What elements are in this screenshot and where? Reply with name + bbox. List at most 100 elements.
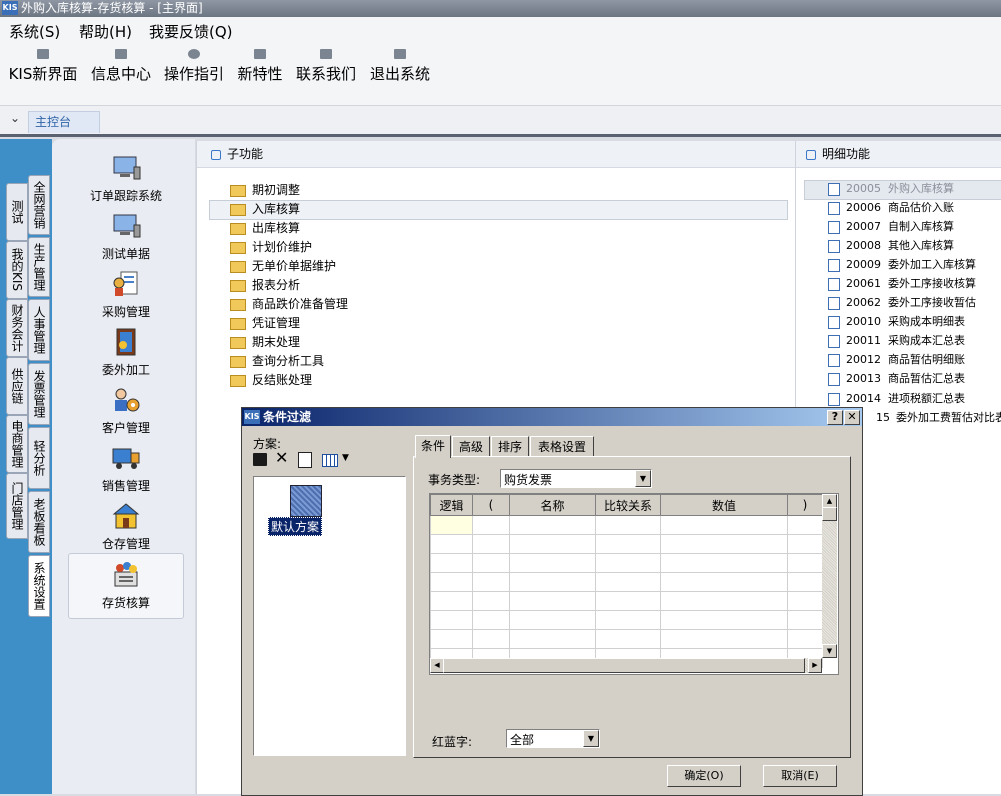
table-icon[interactable] <box>322 454 338 467</box>
scroll-up-icon[interactable]: ▲ <box>822 494 837 508</box>
chevron-down-icon[interactable]: ▼ <box>635 470 651 487</box>
col-logic: 逻辑 <box>430 494 473 516</box>
subfunc-item[interactable]: 商品跌价准备管理 <box>230 295 348 313</box>
detail-item[interactable]: 20005 外购入库核算 <box>828 180 954 198</box>
guide-button[interactable]: 操作指引 <box>161 49 227 84</box>
detail-item[interactable]: 20008 其他入库核算 <box>828 237 954 255</box>
side-tab-light-analysis[interactable]: 轻分析 <box>28 427 50 489</box>
nav-customer[interactable]: 客户管理 <box>68 385 184 436</box>
side-tab-ecommerce[interactable]: 电商管理 <box>6 415 28 473</box>
subfunc-item[interactable]: 出库核算 <box>230 219 300 237</box>
redblue-select[interactable]: 全部 ▼ <box>506 729 600 748</box>
warehouse-icon <box>112 503 140 529</box>
chevron-down-icon[interactable]: ▼ <box>342 453 349 463</box>
nav-inventory-costing[interactable]: 存货核算 <box>68 553 184 619</box>
copy-icon[interactable] <box>298 452 312 468</box>
nav-warehouse[interactable]: 仓存管理 <box>68 501 184 552</box>
detail-item[interactable]: 20014 进项税额汇总表 <box>828 390 965 408</box>
side-tab-test[interactable]: 测试 <box>6 183 28 241</box>
nav-purchase[interactable]: 采购管理 <box>68 269 184 320</box>
menu-help[interactable]: 帮助(H) <box>79 21 132 42</box>
folder-icon <box>230 279 246 292</box>
detail-item[interactable]: 15 委外加工费暂估对比表 <box>844 409 1001 427</box>
tab-table-settings[interactable]: 表格设置 <box>530 436 594 457</box>
scheme-list[interactable]: 默认方案 <box>253 476 406 756</box>
detail-item[interactable]: 20009 委外加工入库核算 <box>828 256 976 274</box>
subfunc-item[interactable]: 无单价单据维护 <box>230 257 336 275</box>
close-button[interactable]: ✕ <box>844 410 860 425</box>
subfunc-item[interactable]: 报表分析 <box>230 276 300 294</box>
side-tab-hr[interactable]: 人事管理 <box>28 299 50 361</box>
save-icon[interactable] <box>253 453 267 466</box>
tab-main-console[interactable]: 主控台 <box>28 111 100 133</box>
subfunc-item[interactable]: 期末处理 <box>230 333 300 351</box>
subfunc-item[interactable]: 查询分析工具 <box>230 352 324 370</box>
subfunc-item[interactable]: 计划价维护 <box>230 238 312 256</box>
side-tab-system-settings[interactable]: 系统设置 <box>28 555 50 617</box>
nav-test-documents[interactable]: 测试单据 <box>68 211 184 262</box>
side-tab-finance[interactable]: 财务会计 <box>6 299 28 357</box>
subfunc-item[interactable]: 凭证管理 <box>230 314 300 332</box>
exit-system-button[interactable]: 退出系统 <box>367 49 433 84</box>
contact-us-button[interactable]: 联系我们 <box>293 49 359 84</box>
menu-feedback[interactable]: 我要反馈(Q) <box>149 21 233 42</box>
detail-item[interactable]: 20013 商品暂估汇总表 <box>828 370 965 388</box>
menu-system[interactable]: 系统(S) <box>9 21 60 42</box>
chevron-down-icon[interactable]: ▼ <box>583 730 599 747</box>
chat-icon <box>320 49 332 59</box>
side-tab-my-kis[interactable]: 我的KIS <box>6 241 28 299</box>
detail-header: 明细功能 <box>796 141 1001 168</box>
detail-item[interactable]: 20012 商品暂估明细账 <box>828 351 965 369</box>
truck-icon <box>112 448 140 469</box>
kis-new-ui-button[interactable]: KIS新界面 <box>6 49 80 84</box>
side-tab-marketing[interactable]: 全网营销 <box>28 175 50 235</box>
nav-order-tracking[interactable]: 订单跟踪系统 <box>68 153 184 204</box>
users-gear-icon <box>115 388 140 412</box>
info-center-button[interactable]: 信息中心 <box>88 49 154 84</box>
new-features-button[interactable]: 新特性 <box>234 49 286 84</box>
subfunc-item[interactable]: 反结账处理 <box>230 371 312 389</box>
side-tab-supply-chain[interactable]: 供应链 <box>6 357 28 415</box>
vertical-scrollbar[interactable]: ▲ ▼ <box>822 494 837 658</box>
scroll-left-icon[interactable]: ◀ <box>430 658 444 673</box>
subfunc-item[interactable]: 期初调整 <box>230 181 300 199</box>
document-icon <box>828 182 840 196</box>
document-icon <box>828 258 840 272</box>
side-tab-boss-board[interactable]: 老板看板 <box>28 491 50 553</box>
detail-item[interactable]: 20006 商品估价入账 <box>828 199 954 217</box>
detail-item[interactable]: 20007 自制入库核算 <box>828 218 954 236</box>
scroll-thumb[interactable] <box>822 507 837 521</box>
scroll-right-icon[interactable]: ▶ <box>808 658 822 673</box>
monitor-icon <box>113 156 141 180</box>
nav-sales[interactable]: 销售管理 <box>68 443 184 494</box>
delete-icon[interactable]: ✕ <box>275 450 288 466</box>
scroll-thumb[interactable] <box>443 658 805 673</box>
folder-icon <box>230 336 246 349</box>
scroll-down-icon[interactable]: ▼ <box>822 644 837 658</box>
detail-item[interactable]: 20061 委外工序接收核算 <box>828 275 976 293</box>
window-icon <box>37 49 49 59</box>
tab-condition[interactable]: 条件 <box>415 435 451 458</box>
subfunc-item[interactable]: 入库核算 <box>230 200 300 218</box>
tab-sort[interactable]: 排序 <box>491 436 529 457</box>
detail-item[interactable]: 20062 委外工序接收暂估 <box>828 294 976 312</box>
ok-button[interactable]: 确定(O) <box>667 765 741 787</box>
biz-type-label: 事务类型: <box>428 473 481 487</box>
detail-item[interactable]: 20011 采购成本汇总表 <box>828 332 965 350</box>
help-button[interactable]: ? <box>827 410 843 425</box>
folder-icon <box>230 260 246 273</box>
side-tab-store[interactable]: 门店管理 <box>6 473 28 539</box>
default-scheme-item[interactable]: 默认方案 <box>268 517 323 536</box>
document-icon <box>828 372 840 386</box>
condition-grid[interactable]: 逻辑 ( 名称 比较关系 数值 ) ▲ ▼ ◀ ▶ <box>429 493 839 675</box>
side-tab-invoice[interactable]: 发票管理 <box>28 363 50 425</box>
chevron-down-icon[interactable]: ⌄ <box>10 111 20 125</box>
app-logo: KIS <box>244 410 260 424</box>
side-tab-production[interactable]: 生产管理 <box>28 237 50 297</box>
detail-item[interactable]: 20010 采购成本明细表 <box>828 313 965 331</box>
nav-outsourcing[interactable]: 委外加工 <box>68 327 184 378</box>
horizontal-scrollbar[interactable]: ◀ ▶ <box>430 658 822 673</box>
tab-advanced[interactable]: 高级 <box>452 436 490 457</box>
cancel-button[interactable]: 取消(E) <box>763 765 837 787</box>
biz-type-select[interactable]: 购货发票 ▼ <box>500 469 652 488</box>
